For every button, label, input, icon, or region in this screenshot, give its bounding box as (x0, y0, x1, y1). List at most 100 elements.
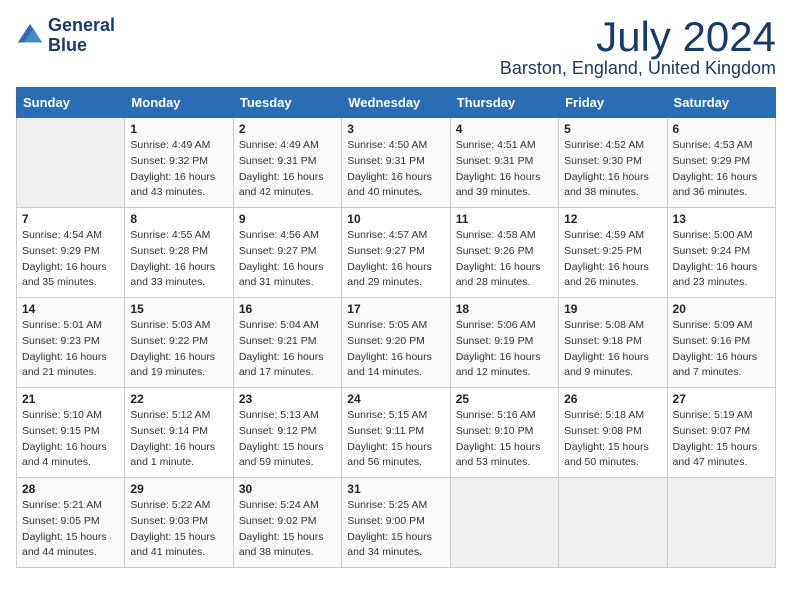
day-info: Sunrise: 5:10 AM Sunset: 9:15 PM Dayligh… (22, 408, 119, 471)
title-section: July 2024 Barston, England, United Kingd… (500, 16, 776, 79)
calendar-cell: 26Sunrise: 5:18 AM Sunset: 9:08 PM Dayli… (559, 388, 667, 478)
day-number: 16 (239, 302, 336, 316)
calendar-cell: 1 Sunrise: 4:49 AM Sunset: 9:32 PM Daylig… (125, 118, 233, 208)
day-number: 24 (347, 392, 444, 406)
calendar-cell: 18 Sunrise: 5:06 AM Sunset: 9:19 PM Dayli… (450, 298, 558, 388)
week-row-4: 21Sunrise: 5:10 AM Sunset: 9:15 PM Dayli… (17, 388, 776, 478)
weekday-header-saturday: Saturday (667, 88, 775, 118)
calendar-cell: 29 Sunrise: 5:22 AM Sunset: 9:03 PM Dayli… (125, 478, 233, 568)
day-info: Sunrise: 5:04 AM Sunset: 9:21 PM Dayligh… (239, 318, 336, 381)
day-info: Sunrise: 5:01 AM Sunset: 9:23 PM Dayligh… (22, 318, 119, 381)
calendar-cell: 20 Sunrise: 5:09 AM Sunset: 9:16 PM Dayli… (667, 298, 775, 388)
day-info: Sunrise: 4:52 AM Sunset: 9:30 PM Dayligh… (564, 138, 661, 201)
calendar-cell: 23Sunrise: 5:13 AM Sunset: 9:12 PM Dayli… (233, 388, 341, 478)
calendar-cell: 2 Sunrise: 4:49 AM Sunset: 9:31 PM Daylig… (233, 118, 341, 208)
calendar-cell: 16 Sunrise: 5:04 AM Sunset: 9:21 PM Dayli… (233, 298, 341, 388)
calendar-cell (667, 478, 775, 568)
day-number: 25 (456, 392, 553, 406)
day-info: Sunrise: 5:06 AM Sunset: 9:19 PM Dayligh… (456, 318, 553, 381)
calendar-cell: 22Sunrise: 5:12 AM Sunset: 9:14 PM Dayli… (125, 388, 233, 478)
calendar-cell: 10 Sunrise: 4:57 AM Sunset: 9:27 PM Dayli… (342, 208, 450, 298)
calendar-cell: 30 Sunrise: 5:24 AM Sunset: 9:02 PM Dayli… (233, 478, 341, 568)
logo-line1: General (48, 16, 115, 36)
calendar-cell: 12 Sunrise: 4:59 AM Sunset: 9:25 PM Dayli… (559, 208, 667, 298)
day-info: Sunrise: 5:08 AM Sunset: 9:18 PM Dayligh… (564, 318, 661, 381)
calendar-cell: 24 Sunrise: 5:15 AM Sunset: 9:11 PM Dayli… (342, 388, 450, 478)
day-info: Sunrise: 4:49 AM Sunset: 9:32 PM Dayligh… (130, 138, 227, 201)
week-row-5: 28 Sunrise: 5:21 AM Sunset: 9:05 PM Dayli… (17, 478, 776, 568)
calendar-cell: 6 Sunrise: 4:53 AM Sunset: 9:29 PM Daylig… (667, 118, 775, 208)
day-info: Sunrise: 5:15 AM Sunset: 9:11 PM Dayligh… (347, 408, 444, 471)
day-number: 13 (673, 212, 770, 226)
week-row-3: 14Sunrise: 5:01 AM Sunset: 9:23 PM Dayli… (17, 298, 776, 388)
day-number: 1 (130, 122, 227, 136)
day-info: Sunrise: 5:05 AM Sunset: 9:20 PM Dayligh… (347, 318, 444, 381)
weekday-header-monday: Monday (125, 88, 233, 118)
day-info: Sunrise: 5:22 AM Sunset: 9:03 PM Dayligh… (130, 498, 227, 561)
weekday-header-wednesday: Wednesday (342, 88, 450, 118)
calendar-cell (450, 478, 558, 568)
day-number: 9 (239, 212, 336, 226)
calendar-cell: 25 Sunrise: 5:16 AM Sunset: 9:10 PM Dayli… (450, 388, 558, 478)
calendar-cell (17, 118, 125, 208)
day-number: 8 (130, 212, 227, 226)
day-info: Sunrise: 4:58 AM Sunset: 9:26 PM Dayligh… (456, 228, 553, 291)
day-number: 12 (564, 212, 661, 226)
day-number: 11 (456, 212, 553, 226)
day-info: Sunrise: 5:03 AM Sunset: 9:22 PM Dayligh… (130, 318, 227, 381)
day-number: 26 (564, 392, 661, 406)
day-info: Sunrise: 4:54 AM Sunset: 9:29 PM Dayligh… (22, 228, 119, 291)
day-number: 29 (130, 482, 227, 496)
day-info: Sunrise: 5:09 AM Sunset: 9:16 PM Dayligh… (673, 318, 770, 381)
day-number: 6 (673, 122, 770, 136)
location-title: Barston, England, United Kingdom (500, 58, 776, 79)
calendar-cell: 11 Sunrise: 4:58 AM Sunset: 9:26 PM Dayli… (450, 208, 558, 298)
calendar-cell: 27 Sunrise: 5:19 AM Sunset: 9:07 PM Dayli… (667, 388, 775, 478)
day-info: Sunrise: 4:59 AM Sunset: 9:25 PM Dayligh… (564, 228, 661, 291)
day-number: 28 (22, 482, 119, 496)
day-number: 15 (130, 302, 227, 316)
day-number: 10 (347, 212, 444, 226)
calendar-cell: 13 Sunrise: 5:00 AM Sunset: 9:24 PM Dayli… (667, 208, 775, 298)
weekday-header-thursday: Thursday (450, 88, 558, 118)
day-number: 27 (673, 392, 770, 406)
day-info: Sunrise: 5:00 AM Sunset: 9:24 PM Dayligh… (673, 228, 770, 291)
header: General Blue July 2024 Barston, England,… (16, 16, 776, 79)
calendar-cell: 3 Sunrise: 4:50 AM Sunset: 9:31 PM Daylig… (342, 118, 450, 208)
day-info: Sunrise: 5:19 AM Sunset: 9:07 PM Dayligh… (673, 408, 770, 471)
day-number: 4 (456, 122, 553, 136)
day-number: 3 (347, 122, 444, 136)
day-info: Sunrise: 5:12 AM Sunset: 9:14 PM Dayligh… (130, 408, 227, 471)
calendar-cell: 19Sunrise: 5:08 AM Sunset: 9:18 PM Dayli… (559, 298, 667, 388)
day-number: 23 (239, 392, 336, 406)
calendar-cell: 31Sunrise: 5:25 AM Sunset: 9:00 PM Dayli… (342, 478, 450, 568)
calendar-table: SundayMondayTuesdayWednesdayThursdayFrid… (16, 87, 776, 568)
logo-line2: Blue (48, 36, 115, 56)
day-number: 30 (239, 482, 336, 496)
calendar-cell: 14Sunrise: 5:01 AM Sunset: 9:23 PM Dayli… (17, 298, 125, 388)
day-number: 7 (22, 212, 119, 226)
calendar-cell: 17Sunrise: 5:05 AM Sunset: 9:20 PM Dayli… (342, 298, 450, 388)
calendar-cell: 15 Sunrise: 5:03 AM Sunset: 9:22 PM Dayli… (125, 298, 233, 388)
calendar-cell: 5 Sunrise: 4:52 AM Sunset: 9:30 PM Daylig… (559, 118, 667, 208)
calendar-cell: 4Sunrise: 4:51 AM Sunset: 9:31 PM Daylig… (450, 118, 558, 208)
day-info: Sunrise: 4:56 AM Sunset: 9:27 PM Dayligh… (239, 228, 336, 291)
day-info: Sunrise: 4:55 AM Sunset: 9:28 PM Dayligh… (130, 228, 227, 291)
day-info: Sunrise: 5:16 AM Sunset: 9:10 PM Dayligh… (456, 408, 553, 471)
week-row-1: 1 Sunrise: 4:49 AM Sunset: 9:32 PM Daylig… (17, 118, 776, 208)
day-info: Sunrise: 4:53 AM Sunset: 9:29 PM Dayligh… (673, 138, 770, 201)
day-number: 2 (239, 122, 336, 136)
day-info: Sunrise: 4:49 AM Sunset: 9:31 PM Dayligh… (239, 138, 336, 201)
day-number: 5 (564, 122, 661, 136)
calendar-cell: 8 Sunrise: 4:55 AM Sunset: 9:28 PM Daylig… (125, 208, 233, 298)
day-info: Sunrise: 5:24 AM Sunset: 9:02 PM Dayligh… (239, 498, 336, 561)
week-row-2: 7 Sunrise: 4:54 AM Sunset: 9:29 PM Daylig… (17, 208, 776, 298)
day-number: 18 (456, 302, 553, 316)
day-info: Sunrise: 5:21 AM Sunset: 9:05 PM Dayligh… (22, 498, 119, 561)
calendar-cell: 7 Sunrise: 4:54 AM Sunset: 9:29 PM Daylig… (17, 208, 125, 298)
day-info: Sunrise: 4:50 AM Sunset: 9:31 PM Dayligh… (347, 138, 444, 201)
weekday-header-row: SundayMondayTuesdayWednesdayThursdayFrid… (17, 88, 776, 118)
day-info: Sunrise: 4:57 AM Sunset: 9:27 PM Dayligh… (347, 228, 444, 291)
day-number: 20 (673, 302, 770, 316)
day-info: Sunrise: 5:25 AM Sunset: 9:00 PM Dayligh… (347, 498, 444, 561)
